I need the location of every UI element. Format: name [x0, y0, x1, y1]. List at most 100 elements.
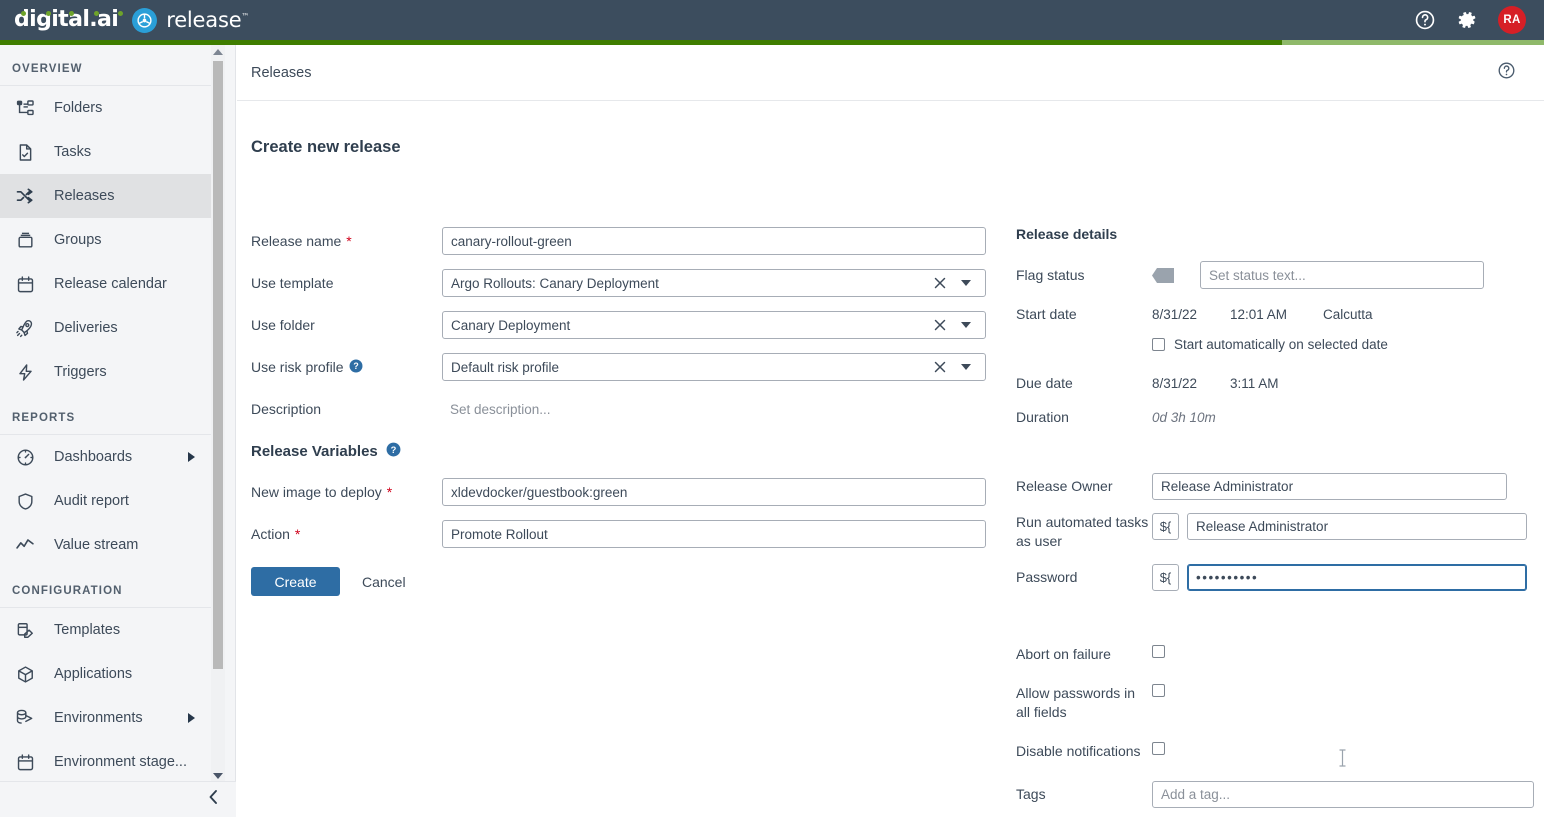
sidebar-item-folders[interactable]: Folders — [0, 86, 219, 130]
use-template-label-text: Use template — [251, 275, 334, 291]
sidebar-item-release-calendar[interactable]: Release calendar — [0, 262, 219, 306]
sidebar-item-applications[interactable]: Applications — [0, 652, 219, 696]
run-as-user-label: Run automated tasks as user — [1016, 514, 1149, 549]
sidebar-item-templates[interactable]: Templates — [0, 608, 219, 652]
disable-notifications-checkbox[interactable] — [1152, 742, 1165, 755]
release-owner-value: Release Administrator — [1152, 473, 1507, 500]
start-auto-checkbox-row[interactable]: Start automatically on selected date — [1152, 337, 1388, 352]
clear-icon[interactable] — [933, 276, 947, 290]
use-template-label: Use template — [251, 275, 442, 291]
chevron-down-icon[interactable] — [961, 322, 971, 328]
chevron-down-icon[interactable] — [961, 280, 971, 286]
help-circle-icon[interactable] — [1414, 9, 1436, 31]
sidebar-scroll-area: OVERVIEW Folders Tasks Releases Groups Releas… — [0, 45, 219, 783]
detail-row-run-as-user: Run automated tasks as user ${ Release A… — [1016, 513, 1536, 551]
sidebar-item-releases[interactable]: Releases — [0, 174, 219, 218]
description-input[interactable]: Set description... — [442, 402, 551, 417]
start-date-time[interactable]: 12:01 AM — [1230, 307, 1323, 322]
release-owner-input[interactable]: Release Administrator — [1152, 473, 1507, 500]
sidebar-item-label: Applications — [54, 666, 133, 682]
password-label: Password — [1016, 569, 1078, 585]
breadcrumb[interactable]: Releases — [251, 65, 311, 81]
field-row-action: Action * Promote Rollout — [251, 519, 1003, 549]
run-as-user-value: ${ Release Administrator — [1152, 513, 1527, 551]
variable-picker-button[interactable]: ${ — [1152, 564, 1179, 591]
brand-logo[interactable]: digital.ai release™ — [0, 7, 250, 33]
due-date-time[interactable]: 3:11 AM — [1230, 376, 1323, 391]
new-image-value: xldevdocker/guestbook:green — [451, 484, 628, 500]
chevron-right-icon[interactable] — [188, 713, 195, 723]
help-circle-icon[interactable] — [1497, 61, 1516, 85]
sidebar-section-header: CONFIGURATION — [0, 567, 219, 608]
allow-passwords-label: Allow passwords in all fields — [1016, 685, 1136, 720]
sidebar-item-label: Tasks — [54, 144, 92, 160]
release-owner-label: Release Owner — [1016, 478, 1113, 494]
start-date-label: Start date — [1016, 306, 1077, 322]
calendar-stage-icon — [14, 751, 36, 773]
lightning-bolt-icon — [14, 361, 36, 383]
scroll-up-arrow-icon[interactable] — [213, 49, 223, 55]
use-risk-profile-select[interactable]: Default risk profile — [442, 353, 986, 381]
detail-row-start-date: Start date 8/31/22 12:01 AM Calcutta — [1016, 305, 1536, 324]
templates-icon — [14, 619, 36, 641]
sidebar-footer — [0, 781, 236, 817]
sidebar-item-audit-report[interactable]: Audit report — [0, 479, 219, 523]
clear-icon[interactable] — [933, 318, 947, 332]
chevron-down-icon[interactable] — [961, 364, 971, 370]
password-input[interactable]: •••••••••• — [1187, 564, 1527, 591]
variable-picker-button[interactable]: ${ — [1152, 513, 1179, 540]
gear-icon[interactable] — [1456, 9, 1478, 31]
use-template-select[interactable]: Argo Rollouts: Canary Deployment — [442, 269, 986, 297]
logo-dots — [14, 11, 123, 17]
scrollbar-thumb[interactable] — [213, 61, 223, 669]
new-image-input[interactable]: xldevdocker/guestbook:green — [442, 478, 986, 506]
chevron-right-icon[interactable] — [188, 452, 195, 462]
sidebar-item-groups[interactable]: Groups — [0, 218, 219, 262]
avatar[interactable]: RA — [1498, 6, 1526, 34]
start-automatically-checkbox[interactable] — [1152, 338, 1165, 351]
sidebar-item-label: Value stream — [54, 537, 139, 553]
detail-row-start-auto: Start automatically on selected date — [1016, 337, 1536, 352]
sidebar-item-dashboards[interactable]: Dashboards — [0, 435, 219, 479]
sidebar-section-header: OVERVIEW — [0, 45, 219, 86]
help-circle-icon[interactable]: ? — [349, 359, 363, 376]
field-row-use-template: Use template Argo Rollouts: Canary Deplo… — [251, 268, 1003, 298]
sidebar-item-label: Folders — [54, 100, 103, 116]
cancel-button[interactable]: Cancel — [362, 574, 406, 590]
release-name-input[interactable]: canary-rollout-green — [442, 227, 986, 255]
sidebar-item-value-stream[interactable]: Value stream — [0, 523, 219, 567]
password-value: ${ •••••••••• — [1152, 564, 1527, 591]
release-details-title: Release details — [1016, 226, 1118, 242]
required-marker: * — [386, 484, 393, 500]
use-folder-label-text: Use folder — [251, 317, 315, 333]
required-marker: * — [294, 526, 301, 542]
flag-status-input[interactable]: Set status text... — [1200, 261, 1484, 289]
action-input[interactable]: Promote Rollout — [442, 520, 986, 548]
clear-icon[interactable] — [933, 360, 947, 374]
use-folder-select[interactable]: Canary Deployment — [442, 311, 986, 339]
allow-passwords-checkbox[interactable] — [1152, 684, 1165, 697]
tags-input[interactable]: Add a tag... — [1152, 781, 1534, 808]
allow-passwords-value — [1152, 684, 1165, 697]
chevron-left-icon[interactable] — [206, 788, 220, 811]
sidebar-scrollbar[interactable] — [211, 45, 225, 783]
sidebar-item-tasks[interactable]: Tasks — [0, 130, 219, 174]
start-date-date[interactable]: 8/31/22 — [1152, 307, 1230, 322]
create-button[interactable]: Create — [251, 567, 340, 596]
trademark-mark: ™ — [241, 12, 250, 21]
sidebar-item-environment-stage[interactable]: Environment stage... — [0, 740, 219, 783]
abort-on-failure-checkbox[interactable] — [1152, 645, 1165, 658]
sidebar-item-triggers[interactable]: Triggers — [0, 350, 219, 394]
field-row-use-risk-profile: Use risk profile ? Default risk profile — [251, 352, 1003, 382]
flag-icon[interactable] — [1152, 267, 1174, 283]
help-circle-icon[interactable]: ? — [386, 442, 401, 461]
start-date-timezone[interactable]: Calcutta — [1323, 307, 1373, 322]
run-as-user-input[interactable]: Release Administrator — [1187, 513, 1527, 540]
scroll-down-arrow-icon[interactable] — [213, 773, 223, 779]
form-actions: Create Cancel — [251, 567, 1003, 596]
sidebar-item-label: Audit report — [54, 493, 129, 509]
due-date-date[interactable]: 8/31/22 — [1152, 376, 1230, 391]
sidebar-item-environments[interactable]: Environments — [0, 696, 219, 740]
sidebar-item-deliveries[interactable]: Deliveries — [0, 306, 219, 350]
release-name-label: Release name * — [251, 233, 442, 249]
